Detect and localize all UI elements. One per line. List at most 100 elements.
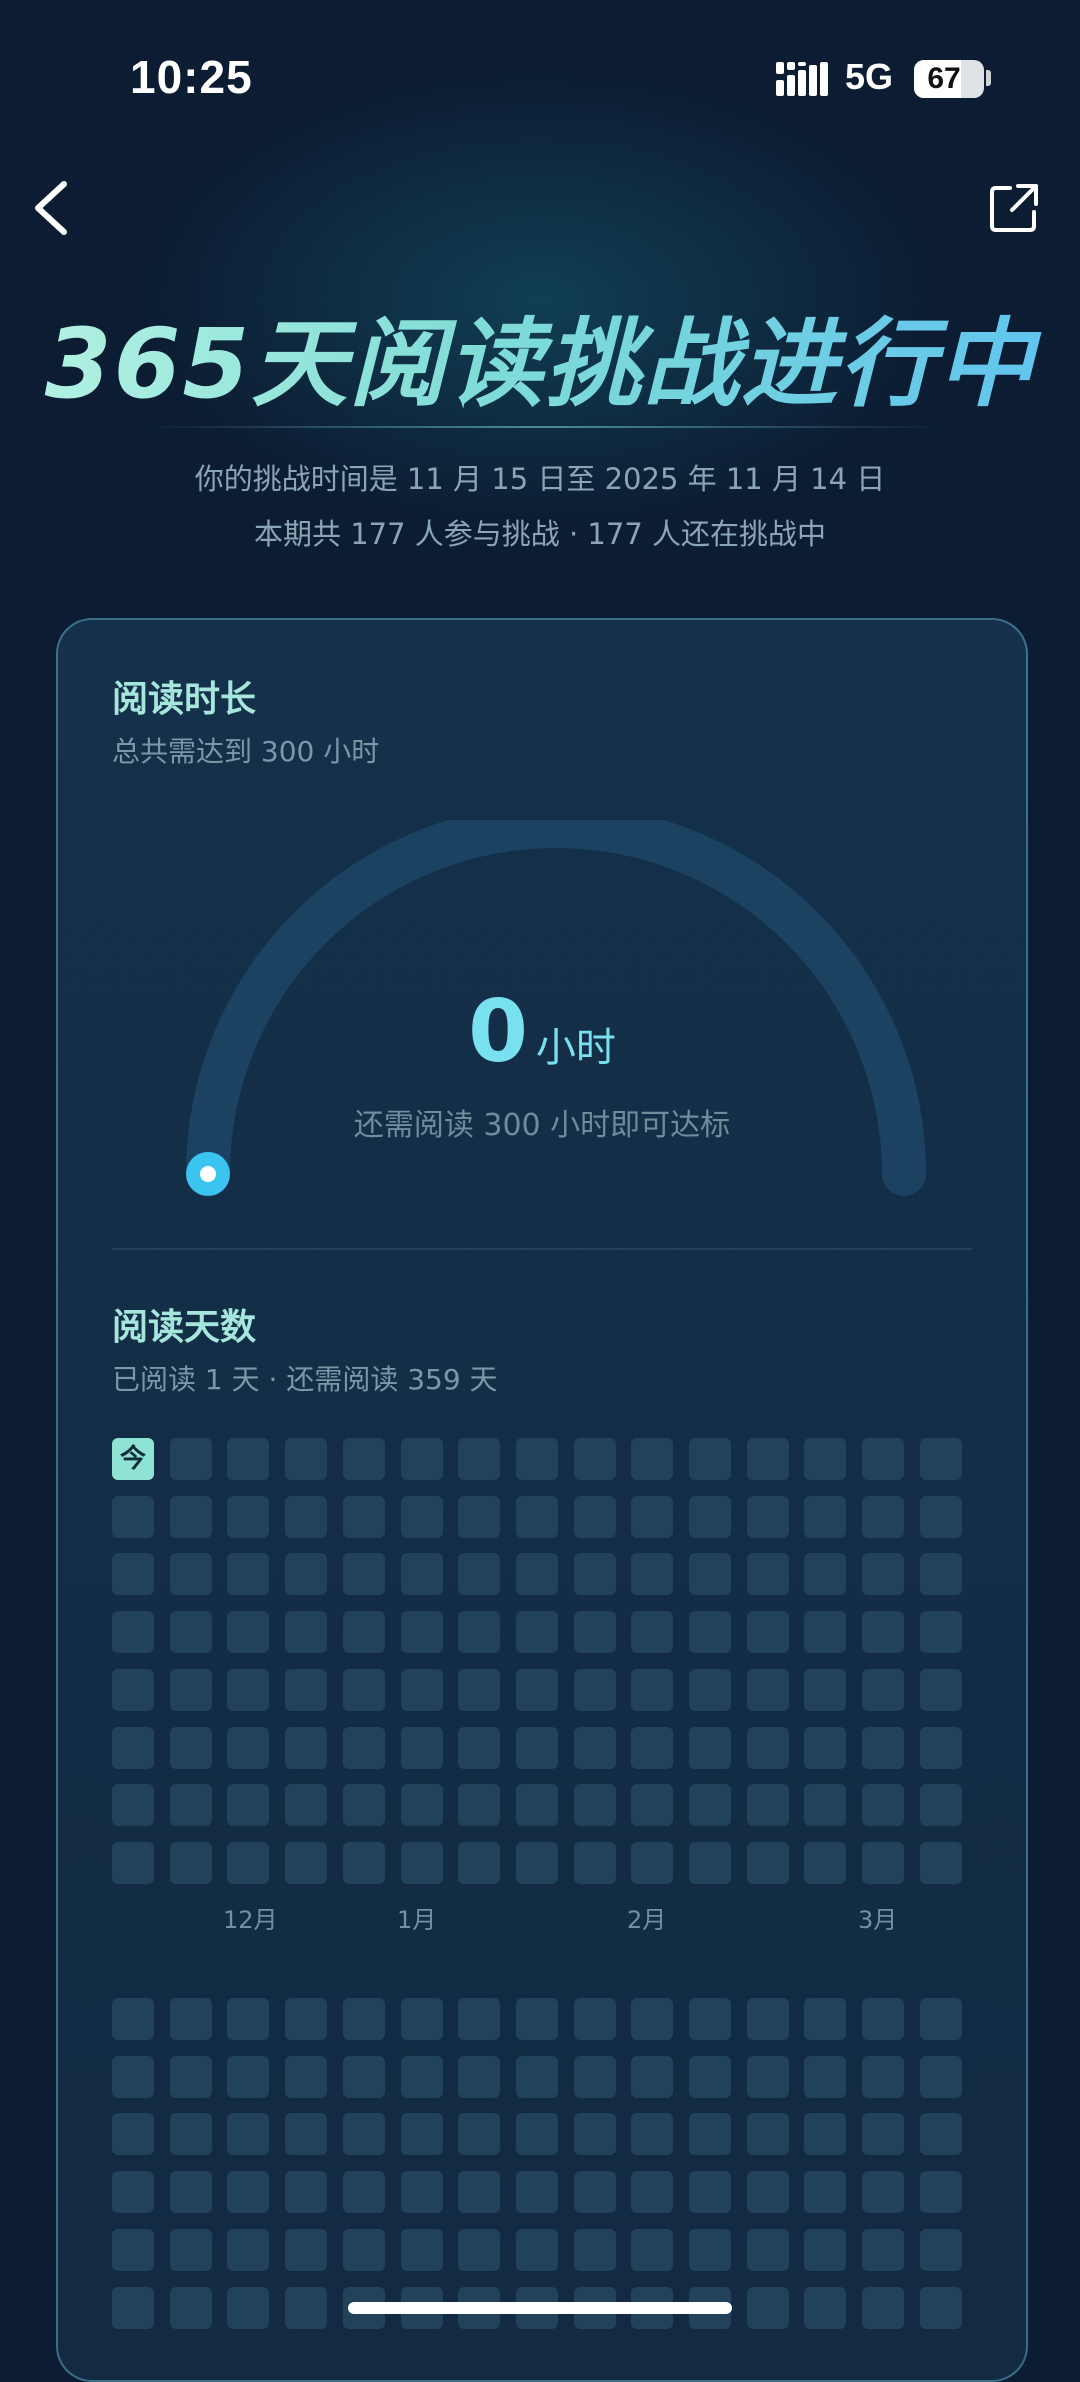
- calendar-day-cell: [747, 1998, 789, 2040]
- calendar-day-cell: [574, 1998, 616, 2040]
- calendar-day-cell: [862, 2113, 904, 2155]
- back-arrow-icon[interactable]: [28, 178, 78, 238]
- calendar-day-cell: [227, 1553, 269, 1595]
- calendar-day-cell: [343, 2171, 385, 2213]
- calendar-day-cell: [862, 1998, 904, 2040]
- calendar-day-cell: [401, 1669, 443, 1711]
- calendar-day-cell: [631, 1611, 673, 1653]
- calendar-day-cell: [170, 1611, 212, 1653]
- calendar-day-cell: [920, 1496, 962, 1538]
- calendar-day-cell: [631, 1727, 673, 1769]
- calendar-day-cell: [227, 1611, 269, 1653]
- calendar-day-cell: [920, 2171, 962, 2213]
- month-label: 3月: [858, 1906, 898, 1934]
- calendar-day-cell: [343, 2056, 385, 2098]
- calendar-day-cell: [689, 2171, 731, 2213]
- calendar-day-cell: [862, 2229, 904, 2271]
- calendar-day-cell: [631, 2056, 673, 2098]
- month-label: 12月: [223, 1906, 278, 1934]
- calendar-day-cell: [401, 2171, 443, 2213]
- calendar-day-cell: [747, 1553, 789, 1595]
- calendar-day-cell: [343, 1842, 385, 1884]
- calendar-day-cell: [112, 1611, 154, 1653]
- calendar-day-cell: [920, 2287, 962, 2329]
- calendar-day-cell: [574, 1669, 616, 1711]
- calendar-day-cell: [343, 1553, 385, 1595]
- calendar-day-cell: [227, 1998, 269, 2040]
- calendar-day-cell: [227, 2171, 269, 2213]
- calendar-day-cell: [574, 1496, 616, 1538]
- calendar-day-cell: [631, 1496, 673, 1538]
- calendar-day-cell: [401, 1998, 443, 2040]
- signal-icon: [776, 62, 828, 96]
- calendar-day-cell: [516, 1496, 558, 1538]
- calendar-day-cell: [285, 1669, 327, 1711]
- calendar-day-cell: [862, 1496, 904, 1538]
- calendar-day-cell: [516, 2171, 558, 2213]
- calendar-day-cell: [516, 1727, 558, 1769]
- calendar-day-cell: [343, 1998, 385, 2040]
- calendar-day-cell: [689, 1553, 731, 1595]
- calendar-day-cell: [285, 1553, 327, 1595]
- calendar-day-cell: [285, 2287, 327, 2329]
- calendar-day-cell: [401, 2056, 443, 2098]
- title-underline: [145, 426, 945, 428]
- calendar-day-cell: [747, 1842, 789, 1884]
- calendar-day-cell: [689, 2229, 731, 2271]
- calendar-day-cell: [285, 1496, 327, 1538]
- calendar-day-cell: [343, 1727, 385, 1769]
- calendar-day-cell: [804, 2287, 846, 2329]
- calendar-day-cell: [747, 2056, 789, 2098]
- calendar-day-cell: [920, 1438, 962, 1480]
- section-divider: [112, 1248, 972, 1250]
- calendar-day-cell: [574, 1611, 616, 1653]
- calendar-day-cell: [401, 1727, 443, 1769]
- calendar-day-cell: [227, 2056, 269, 2098]
- calendar-day-cell: [574, 2113, 616, 2155]
- calendar-day-cell: [285, 1784, 327, 1826]
- calendar-day-cell: [804, 1998, 846, 2040]
- calendar-day-cell: [170, 1553, 212, 1595]
- reading-days-progress: 已阅读 1 天 · 还需阅读 359 天: [112, 1363, 498, 1396]
- share-icon[interactable]: [988, 182, 1040, 234]
- calendar-day-cell: [112, 1553, 154, 1595]
- calendar-day-cell: [862, 2287, 904, 2329]
- calendar-day-cell: [516, 2229, 558, 2271]
- calendar-day-today: 今: [112, 1438, 154, 1480]
- calendar-day-cell: [862, 2171, 904, 2213]
- calendar-day-cell: [804, 2171, 846, 2213]
- calendar-day-cell: [689, 1784, 731, 1826]
- calendar-day-cell: [285, 2056, 327, 2098]
- calendar-day-cell: [747, 1611, 789, 1653]
- calendar-day-cell: [631, 1784, 673, 1826]
- battery-icon: 67: [914, 60, 984, 98]
- calendar-day-cell: [170, 2113, 212, 2155]
- calendar-day-cell: [747, 1496, 789, 1538]
- calendar-day-cell: [747, 1438, 789, 1480]
- calendar-day-cell: [747, 2113, 789, 2155]
- calendar-day-cell: [747, 1727, 789, 1769]
- calendar-day-cell: [804, 1611, 846, 1653]
- calendar-day-cell: [804, 1727, 846, 1769]
- calendar-day-cell: [227, 1842, 269, 1884]
- battery-nub: [986, 70, 991, 86]
- calendar-day-cell: [804, 1784, 846, 1826]
- calendar-day-cell: [458, 2171, 500, 2213]
- calendar-day-cell: [920, 1998, 962, 2040]
- home-indicator[interactable]: [348, 2302, 732, 2314]
- calendar-day-cell: [112, 2056, 154, 2098]
- network-type: 5G: [845, 56, 894, 97]
- month-label: 1月: [397, 1906, 437, 1934]
- calendar-day-cell: [401, 1842, 443, 1884]
- calendar-day-cell: [516, 1553, 558, 1595]
- calendar-day-cell: [689, 1438, 731, 1480]
- calendar-day-cell: [285, 1998, 327, 2040]
- status-time: 10:25: [130, 51, 253, 103]
- calendar-day-cell: [862, 1669, 904, 1711]
- calendar-day-cell: [401, 1553, 443, 1595]
- calendar-day-cell: [458, 1727, 500, 1769]
- calendar-day-cell: [804, 1842, 846, 1884]
- reading-time-remaining: 还需阅读 300 小时即可达标: [353, 1108, 731, 1143]
- calendar-day-cell: [920, 1553, 962, 1595]
- calendar-day-cell: [631, 1669, 673, 1711]
